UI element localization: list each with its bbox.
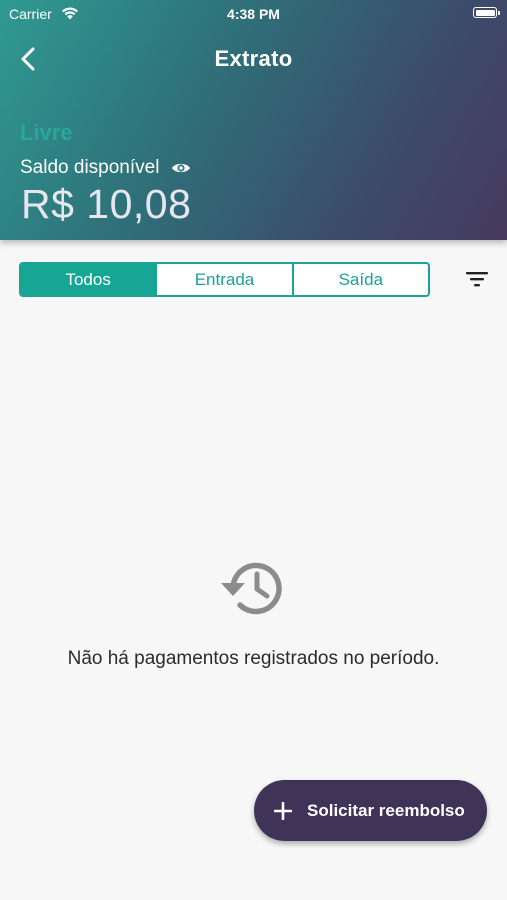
account-type-label: Livre (20, 120, 73, 145)
tab-saida[interactable]: Saída (291, 264, 428, 295)
status-bar: Carrier 4:38 PM (0, 0, 507, 28)
transaction-type-tabs: Todos Entrada Saída (19, 262, 430, 297)
history-icon (221, 562, 282, 615)
status-time: 4:38 PM (227, 6, 280, 22)
balance-value: R$ 10,08 (21, 181, 192, 227)
request-refund-button[interactable]: Solicitar reembolso (254, 780, 487, 841)
empty-state-message: Não há pagamentos registrados no período… (67, 648, 440, 669)
page-title: Extrato (214, 46, 293, 71)
balance-label-row: Saldo disponível (20, 157, 191, 179)
plus-icon (274, 801, 292, 820)
request-refund-label: Solicitar reembolso (307, 800, 465, 820)
tab-entrada[interactable]: Entrada (155, 264, 291, 295)
battery-full-icon (473, 7, 500, 18)
balance-label: Saldo disponível (20, 157, 160, 178)
header: Carrier 4:38 PM Extrato Livre Saldo disp… (0, 0, 507, 240)
eye-icon[interactable] (171, 161, 191, 175)
tab-todos[interactable]: Todos (21, 264, 156, 295)
filter-icon[interactable] (465, 270, 489, 288)
